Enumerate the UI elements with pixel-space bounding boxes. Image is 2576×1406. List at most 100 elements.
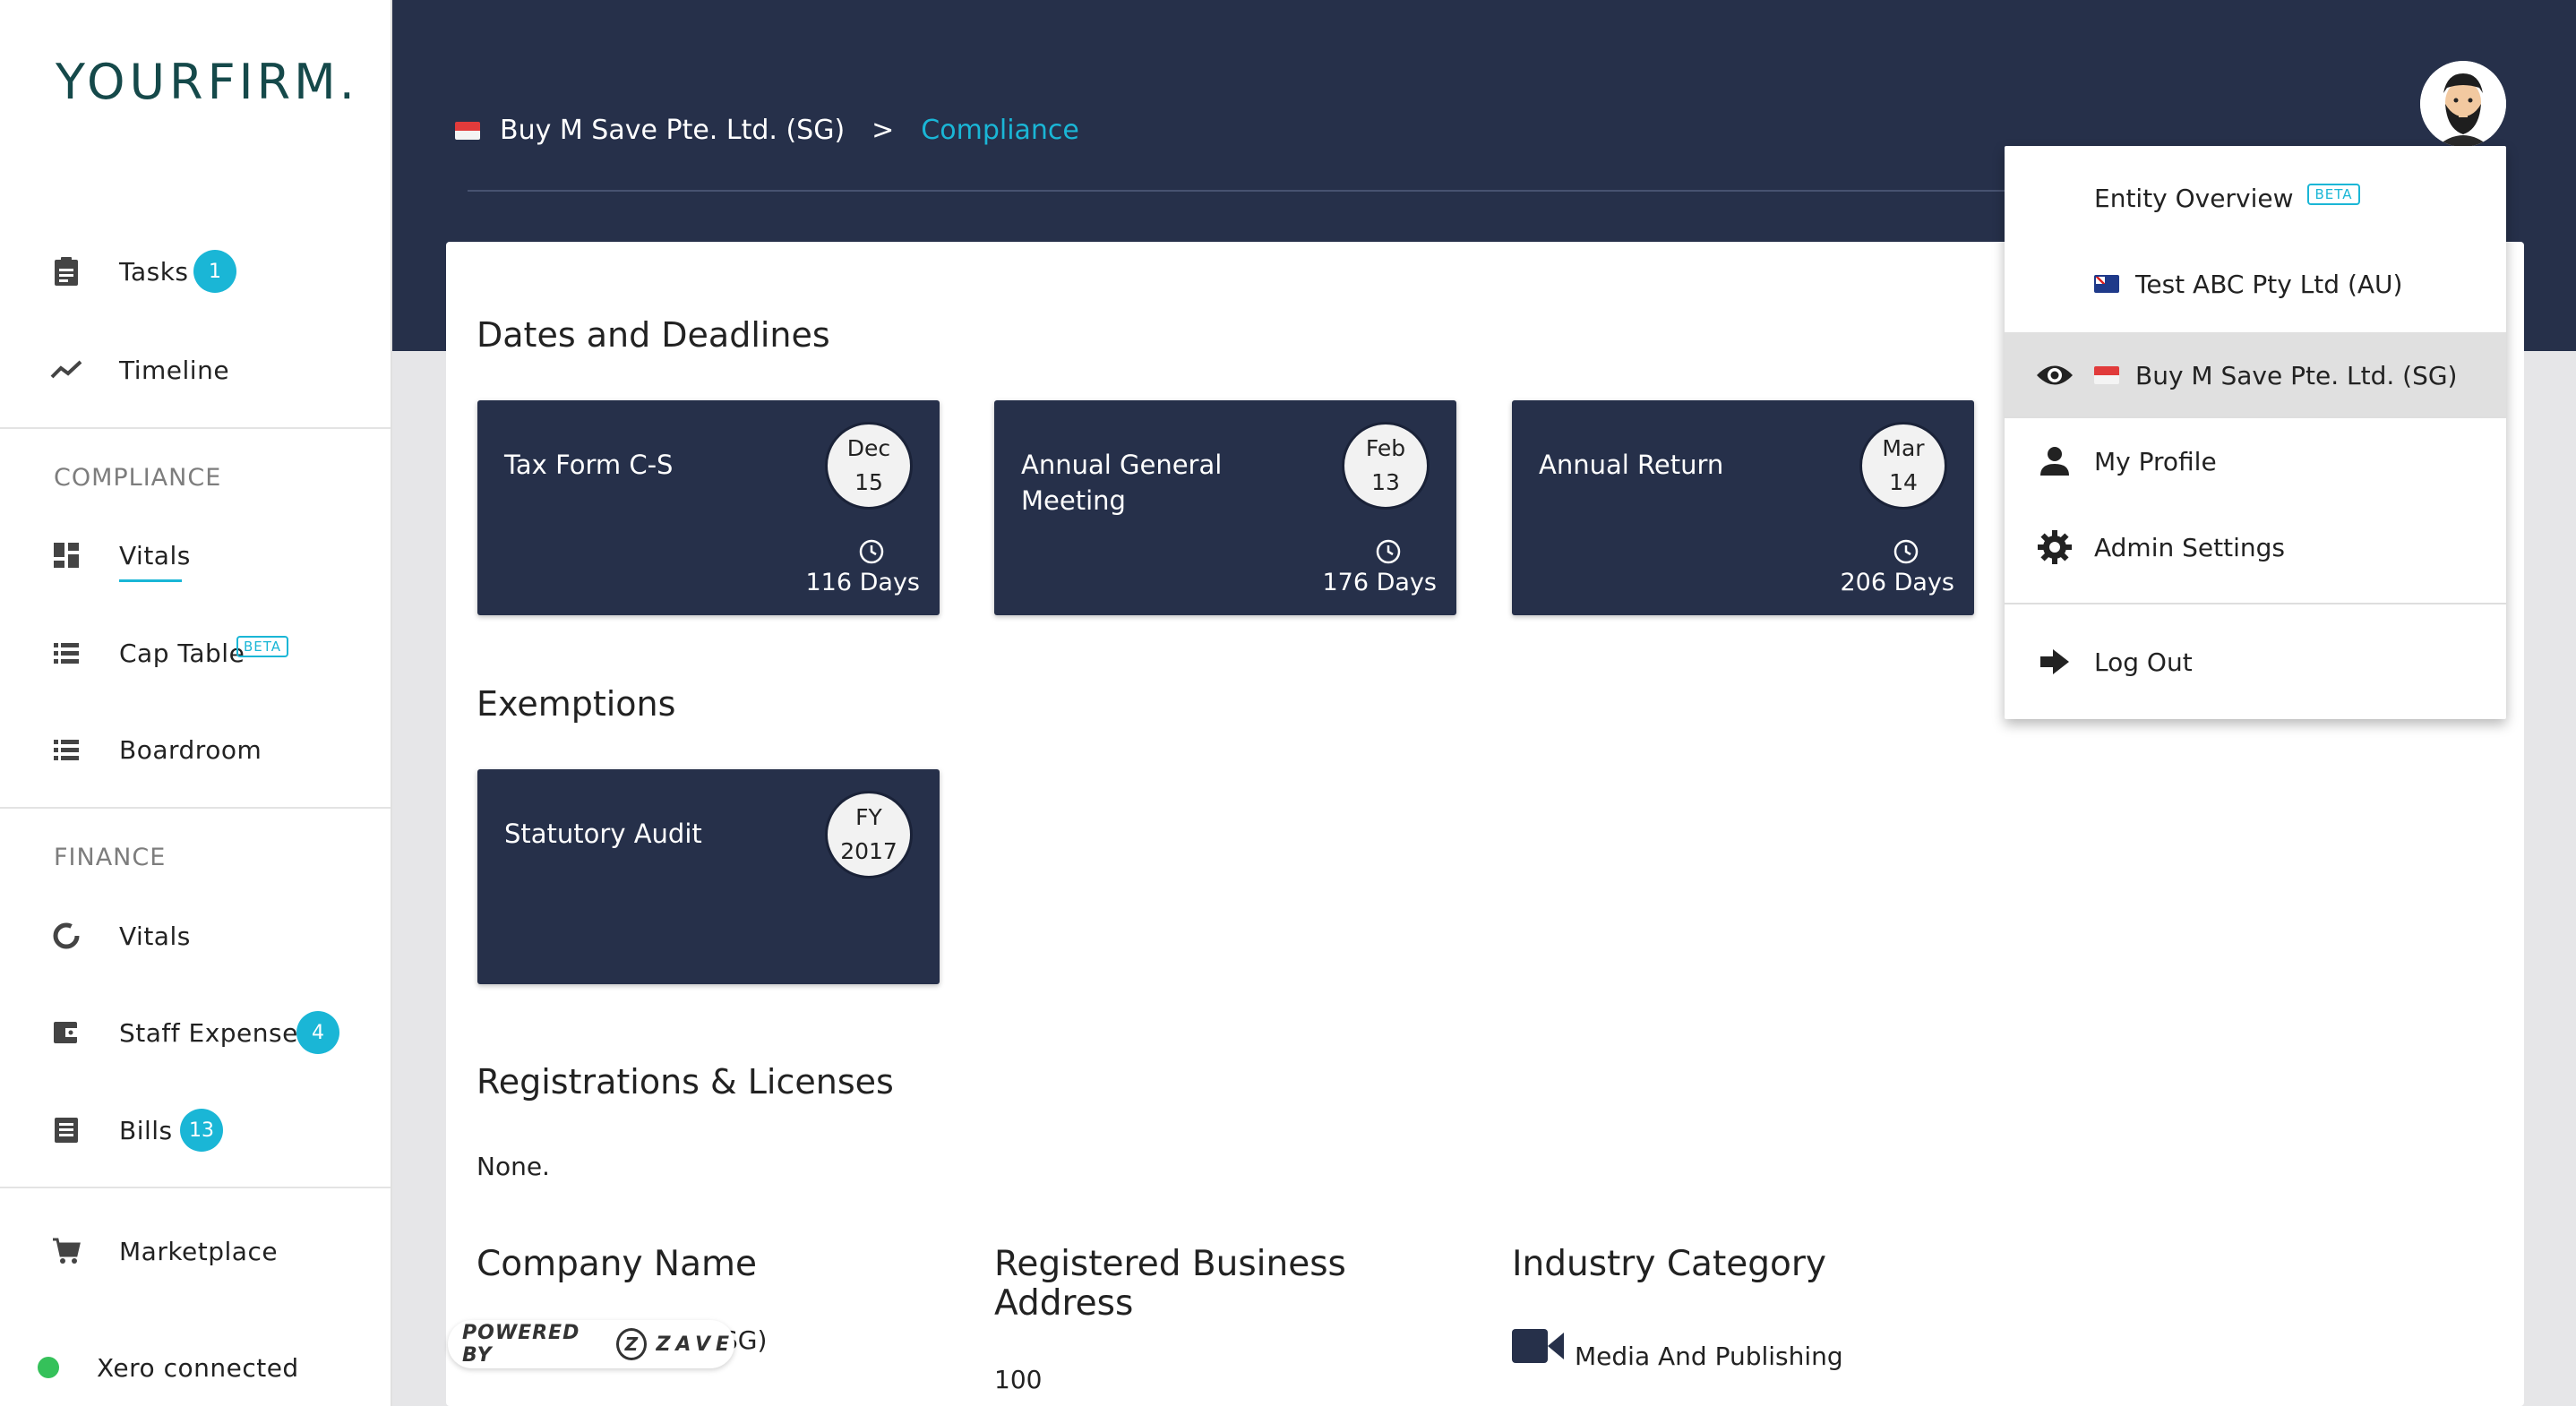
list-icon [50,733,82,766]
menu-item-entity-au[interactable]: Test ABC Pty Ltd (AU) [2005,241,2506,327]
sidebar-item-label: Staff Expenses [119,1017,312,1048]
video-camera-icon [1512,1329,1564,1363]
donut-chart-icon [50,920,82,952]
sidebar-item-staff-expenses[interactable]: Staff Expenses 4 [0,992,391,1073]
business-address-value: 100 [994,1365,1043,1394]
days-remaining: 176 Days [1322,569,1438,596]
menu-item-label: Entity Overview BETA [2094,184,2360,213]
sidebar-item-label: Vitals [119,540,191,570]
header-divider [468,190,2008,192]
list-icon [50,637,82,669]
breadcrumb: Buy M Save Pte. Ltd. (SG) > Compliance [455,115,1079,146]
sidebar-item-label: Boardroom [119,734,262,765]
sidebar-item-boardroom[interactable]: Boardroom [0,709,391,790]
menu-item-label: My Profile [2094,446,2217,476]
sidebar-item-tasks[interactable]: Tasks 1 [0,231,391,312]
clock-icon [859,539,884,564]
sidebar-item-label: Tasks [119,256,189,287]
sidebar-item-label: Cap Table [119,638,245,668]
sidebar-item-cap-table[interactable]: Cap Table BETA [0,613,391,693]
bills-count-badge: 13 [180,1109,223,1152]
sidebar-divider [0,807,391,809]
sidebar-divider [0,427,391,429]
receipt-icon [50,1114,82,1146]
user-avatar[interactable] [2420,61,2506,147]
sidebar-divider [0,1187,391,1188]
deadline-title: Annual Return [1539,450,1724,480]
sidebar-item-label: Bills [119,1115,173,1145]
company-name-heading: Company Name [477,1244,757,1284]
arrow-right-icon [2035,642,2074,682]
zave-brand: ZAVE [656,1333,734,1356]
deadline-date-badge: Feb 13 [1342,422,1430,510]
sidebar-item-marketplace[interactable]: Marketplace [0,1211,391,1291]
exemption-year-badge: FY 2017 [825,791,913,879]
menu-item-label: Log Out [2094,647,2193,677]
tasks-count-badge: 1 [193,250,236,293]
menu-item-label: Buy M Save Pte. Ltd. (SG) [2135,360,2458,390]
clock-icon [1376,539,1401,564]
eye-icon [2035,356,2074,395]
deadline-tile[interactable]: Annual General Meeting Feb 13 176 Days [994,400,1456,615]
menu-item-my-profile[interactable]: My Profile [2005,418,2506,504]
person-icon [2035,442,2074,481]
menu-item-label: Admin Settings [2094,532,2285,562]
industry-value: Media And Publishing [1575,1342,1843,1371]
deadline-date-badge: Mar 14 [1859,422,1947,510]
sidebar-item-timeline[interactable]: Timeline [0,330,391,410]
exemption-tile[interactable]: Statutory Audit FY 2017 [477,769,940,984]
section-header-finance: FINANCE [54,844,167,871]
registrations-heading: Registrations & Licenses [477,1062,894,1102]
deadline-title: Annual General Meeting [1021,450,1223,516]
sidebar-item-finance-vitals[interactable]: Vitals [0,896,391,976]
exemptions-heading: Exemptions [477,684,676,724]
singapore-flag-icon [455,121,480,140]
gear-icon [2035,527,2074,567]
breadcrumb-current[interactable]: Compliance [921,115,1079,146]
breadcrumb-separator: > [872,115,895,146]
status-dot-icon [38,1357,59,1378]
exemption-title: Statutory Audit [504,819,702,849]
breadcrumb-entity[interactable]: Buy M Save Pte. Ltd. (SG) [500,115,845,146]
registrations-value: None. [477,1152,550,1181]
menu-item-admin-settings[interactable]: Admin Settings [2005,504,2506,590]
menu-item-entity-overview[interactable]: Entity Overview BETA [2005,155,2506,241]
australia-flag-icon [2094,275,2119,293]
beta-badge: BETA [2307,184,2360,205]
menu-item-log-out[interactable]: Log Out [2005,619,2506,705]
sidebar: YOURFIRM. Tasks 1 Timeline COMPLIANCE Vi… [0,0,392,1406]
deadline-tile[interactable]: Annual Return Mar 14 206 Days [1512,400,1974,615]
menu-item-entity-sg[interactable]: Buy M Save Pte. Ltd. (SG) [2005,332,2506,418]
singapore-flag-icon [2094,366,2119,384]
sidebar-item-bills[interactable]: Bills 13 [0,1090,391,1170]
powered-by-label: POWERED BY [462,1322,580,1367]
deadline-title: Tax Form C-S [504,450,674,480]
industry-heading: Industry Category [1512,1244,1826,1284]
beta-badge: BETA [236,636,289,657]
sidebar-item-label: Timeline [119,355,230,385]
days-remaining: 116 Days [805,569,921,596]
sidebar-item-label: Vitals [119,921,191,951]
business-address-heading: Registered Business Address [994,1244,1346,1324]
xero-status-label: Xero connected [97,1352,299,1383]
wallet-icon [50,1016,82,1049]
deadline-date-badge: Dec 15 [825,422,913,510]
active-indicator [119,579,182,582]
xero-connection-status: Xero connected [0,1327,391,1406]
deadline-tile[interactable]: Tax Form C-S Dec 15 116 Days [477,400,940,615]
dates-deadlines-heading: Dates and Deadlines [477,315,830,355]
sidebar-item-label: Marketplace [119,1236,279,1266]
menu-divider [2005,603,2506,604]
firm-logo[interactable]: YOURFIRM. [56,54,359,110]
staff-expenses-count-badge: 4 [296,1011,339,1054]
clipboard-icon [50,255,82,287]
zave-logo-icon: Z [616,1328,648,1360]
section-header-compliance: COMPLIANCE [54,464,222,492]
sidebar-item-compliance-vitals[interactable]: Vitals [0,515,391,596]
shopping-cart-icon [50,1235,82,1267]
dashboard-icon [50,539,82,571]
days-remaining: 206 Days [1840,569,1955,596]
account-dropdown-menu: Entity Overview BETA Test ABC Pty Ltd (A… [2005,146,2506,719]
powered-by-zave-badge[interactable]: POWERED BY Z ZAVE [448,1320,734,1368]
clock-icon [1893,539,1919,564]
